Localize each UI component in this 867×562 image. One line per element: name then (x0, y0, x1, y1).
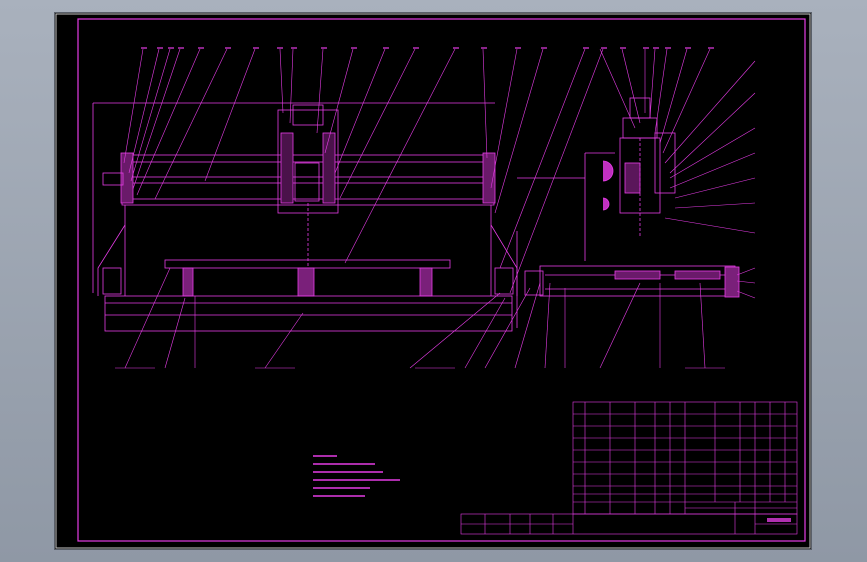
leader-lines-top (123, 48, 604, 294)
front-view (92, 102, 518, 332)
leader-lines-right (599, 48, 756, 299)
title-block (460, 513, 798, 535)
drawing-sheet (55, 13, 811, 549)
side-view (516, 97, 740, 328)
outer-border (55, 13, 811, 549)
tech-notes (313, 455, 400, 497)
cad-drawing (55, 13, 811, 549)
